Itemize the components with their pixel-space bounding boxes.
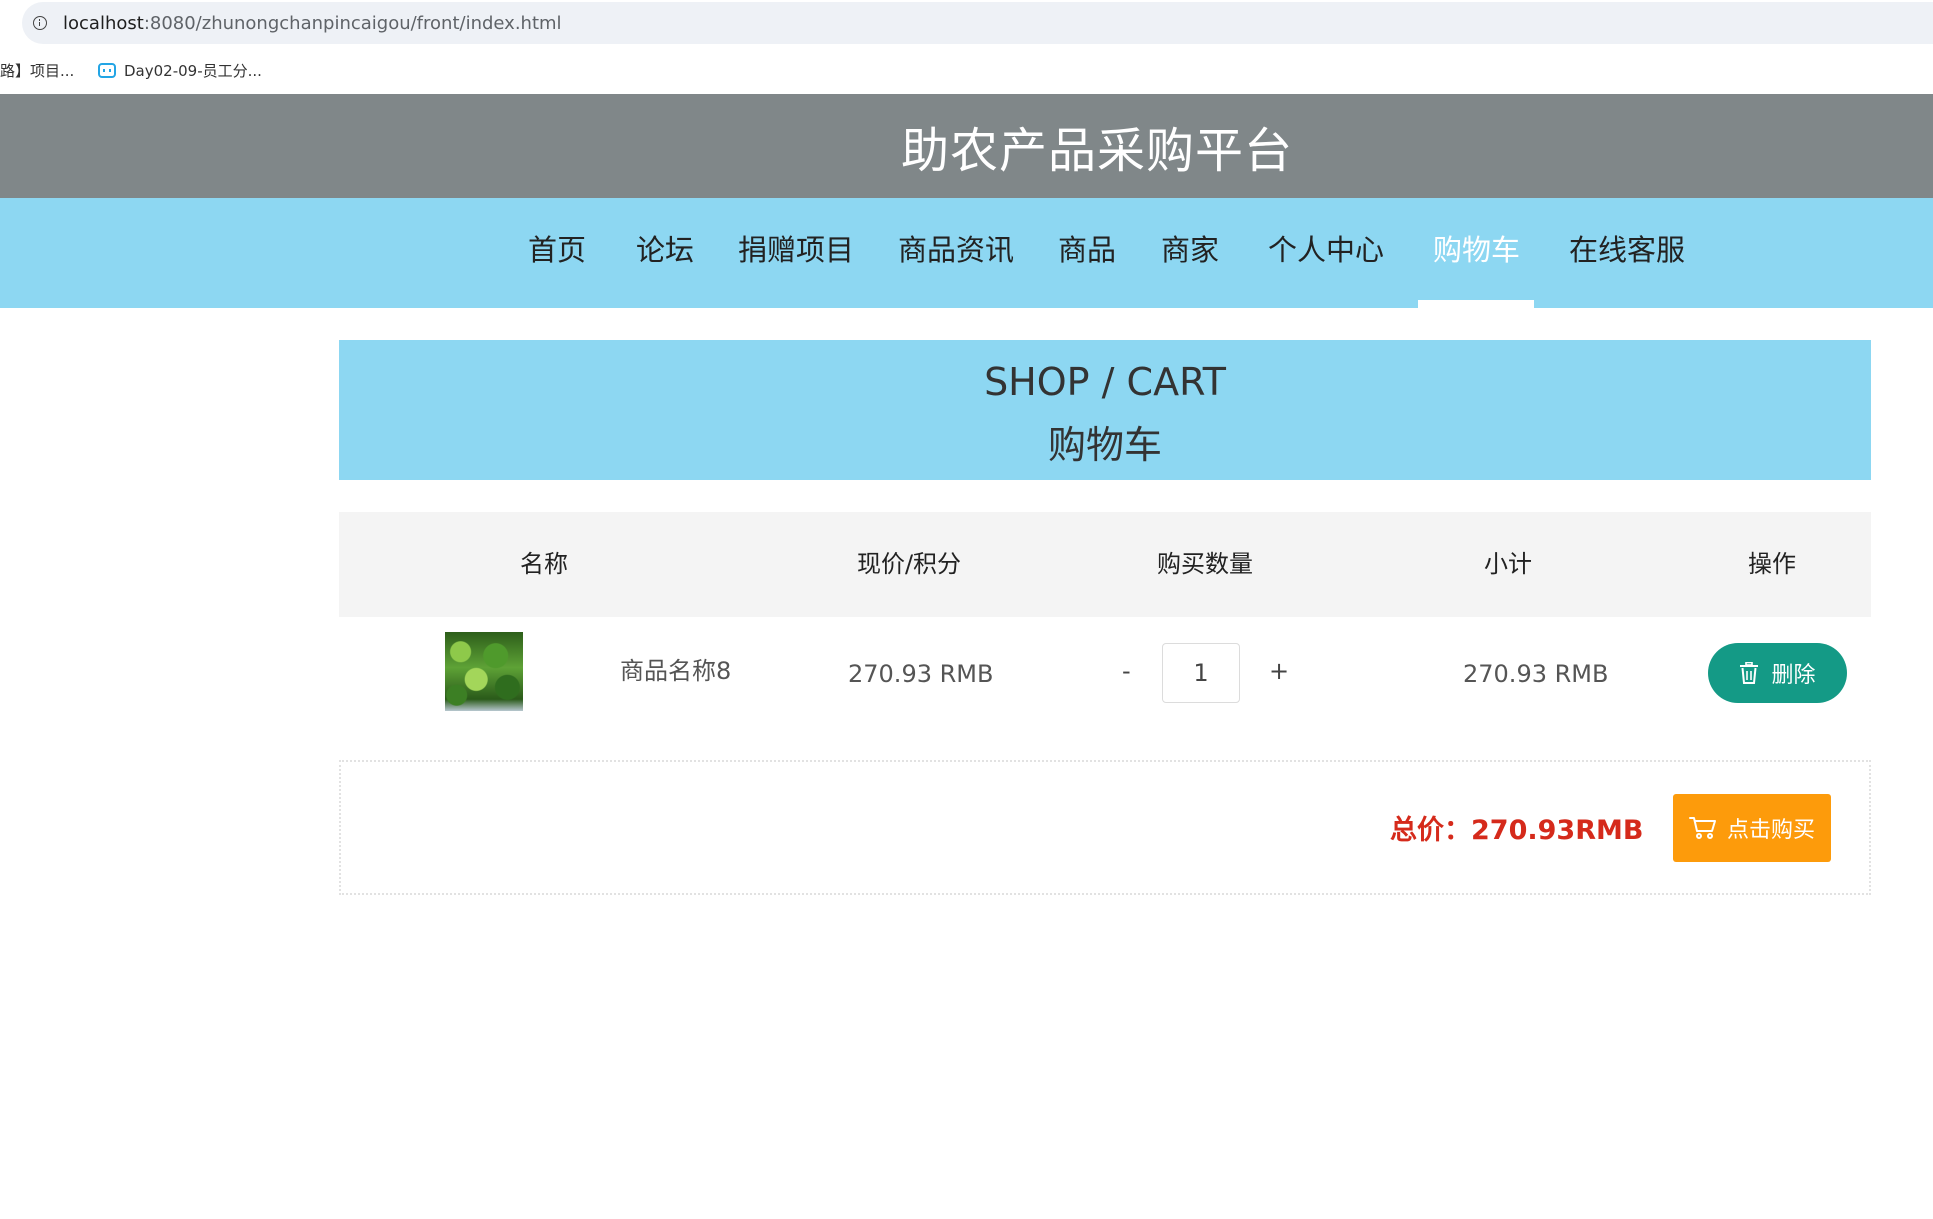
col-name: 名称 xyxy=(520,550,568,578)
nav-cart[interactable]: 购物车 xyxy=(1433,198,1520,308)
nav-news[interactable]: 商品资讯 xyxy=(898,198,1014,308)
nav-donation[interactable]: 捐赠项目 xyxy=(738,198,854,308)
cart-summary: 总价：270.93RMB 点击购买 xyxy=(339,760,1871,895)
url-text[interactable]: localhost:8080/zhunongchanpincaigou/fron… xyxy=(63,13,562,34)
delete-label: 删除 xyxy=(1771,663,1816,688)
product-name[interactable]: 商品名称8 xyxy=(620,651,731,686)
url-host: localhost xyxy=(63,12,144,34)
cart-title-band: SHOP / CART 购物车 xyxy=(339,340,1871,480)
site-header: 助农产品采购平台 xyxy=(0,94,1933,198)
quantity-increase-button[interactable]: + xyxy=(1269,657,1289,685)
site-title: 助农产品采购平台 xyxy=(901,123,1294,179)
col-actions: 操作 xyxy=(1748,550,1796,578)
bookmark-label: Day02-09-员工分... xyxy=(124,62,262,80)
info-icon[interactable] xyxy=(33,16,47,30)
row-subtotal: 270.93 RMB xyxy=(1463,660,1609,688)
trash-icon xyxy=(1740,662,1759,684)
bookmark-project[interactable]: 路】项目... xyxy=(0,60,74,81)
nav-profile[interactable]: 个人中心 xyxy=(1268,198,1384,308)
nav-products[interactable]: 商品 xyxy=(1058,198,1116,308)
bilibili-icon xyxy=(98,63,116,78)
total-price: 总价：270.93RMB xyxy=(1390,815,1644,846)
nav-support[interactable]: 在线客服 xyxy=(1569,198,1685,308)
nav-merchants[interactable]: 商家 xyxy=(1161,198,1219,308)
cart-table-header: 名称 现价/积分 购买数量 小计 操作 xyxy=(339,512,1871,617)
cart-icon xyxy=(1688,817,1716,839)
quantity-decrease-button[interactable]: - xyxy=(1122,657,1131,685)
url-path: :8080/zhunongchanpincaigou/front/index.h… xyxy=(143,12,562,34)
bookmark-label: 路】项目... xyxy=(0,62,75,80)
page-title-cn: 购物车 xyxy=(1047,423,1162,467)
product-thumbnail[interactable] xyxy=(445,632,523,711)
quantity-input[interactable] xyxy=(1162,643,1240,703)
nav-active-indicator xyxy=(1418,300,1534,308)
col-quantity: 购买数量 xyxy=(1157,550,1253,578)
bookmarks-bar: 路】项目... Day02-09-员工分... xyxy=(0,54,1933,84)
main-nav: 首页 论坛 捐赠项目 商品资讯 商品 商家 个人中心 购物车 在线客服 xyxy=(0,198,1933,308)
col-subtotal: 小计 xyxy=(1484,550,1532,578)
checkout-label: 点击购买 xyxy=(1726,818,1815,843)
bookmark-day02[interactable]: Day02-09-员工分... xyxy=(98,60,262,81)
address-bar[interactable]: localhost:8080/zhunongchanpincaigou/fron… xyxy=(22,2,1933,44)
nav-forum[interactable]: 论坛 xyxy=(636,198,694,308)
delete-button[interactable]: 删除 xyxy=(1708,643,1847,703)
page-title-en: SHOP / CART xyxy=(984,360,1226,404)
checkout-button[interactable]: 点击购买 xyxy=(1673,794,1831,862)
nav-home[interactable]: 首页 xyxy=(528,198,586,308)
cart-row: 商品名称8 270.93 RMB - + 270.93 RMB 删除 xyxy=(339,617,1871,729)
product-price: 270.93 RMB xyxy=(848,660,994,688)
col-price: 现价/积分 xyxy=(856,550,962,578)
